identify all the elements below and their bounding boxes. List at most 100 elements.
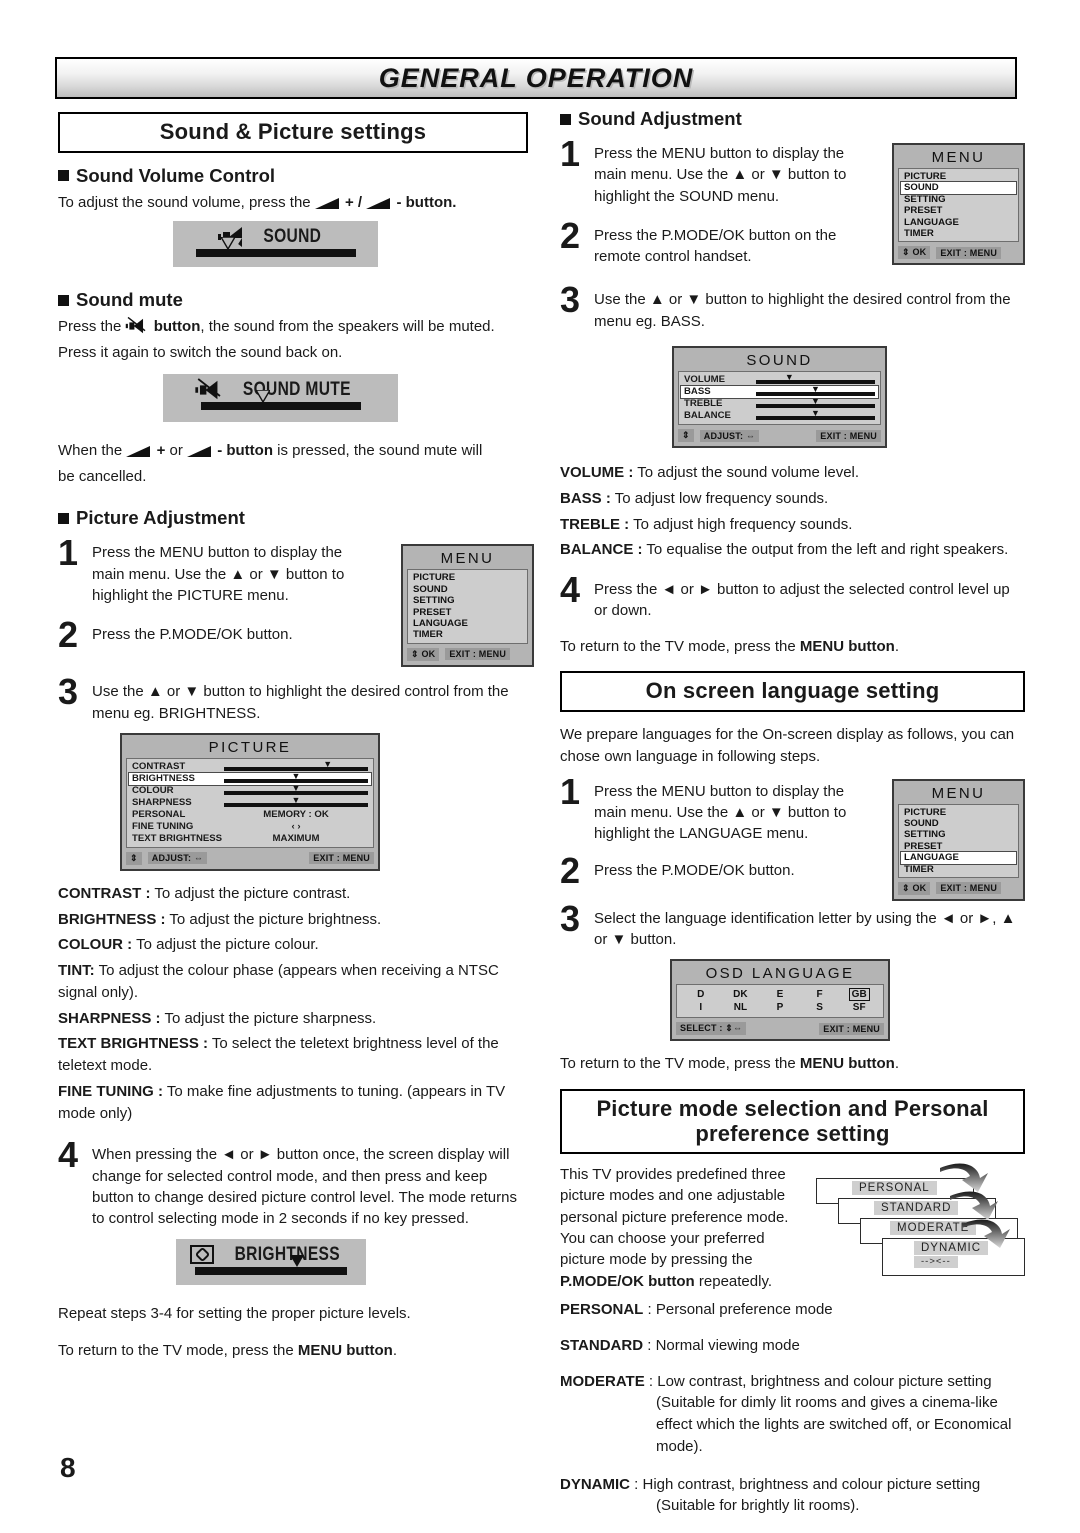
osd-row-label: FINE TUNING	[132, 820, 194, 832]
volume-down-icon	[187, 445, 213, 457]
osd-row-sharpness[interactable]: SHARPNESS ▼	[129, 795, 371, 809]
language-cell-f[interactable]: F	[800, 988, 840, 1001]
page-header: GENERAL OPERATION	[55, 57, 1017, 99]
osd-menu-item[interactable]: PRESET	[901, 205, 1016, 216]
picture-mode-descriptions: PERSONAL : Personal preference mode STAN…	[560, 1299, 1025, 1517]
osd-key-select: SELECT : ⇕⇔	[676, 1022, 747, 1036]
osd-menu-item[interactable]: LANGUAGE	[410, 618, 525, 629]
osd-menu-list: PICTURE SOUND SETTING PRESET LANGUAGE TI…	[898, 803, 1019, 878]
osd-menu-item[interactable]: SOUND	[410, 584, 525, 595]
subheading-label: Sound Adjustment	[578, 108, 742, 129]
language-cell-e[interactable]: E	[760, 988, 800, 1001]
section-banner-picture-mode: Picture mode selection and Personal pref…	[560, 1088, 1025, 1155]
osd-row-fine-tuning[interactable]: FINE TUNING ‹ ›	[129, 821, 371, 833]
description-term: TEXT BRIGHTNESS :	[58, 1035, 209, 1053]
osd-row-slider[interactable]: ▼	[224, 795, 368, 809]
osd-menu-item[interactable]: SETTING	[901, 194, 1016, 205]
step-number: 1	[560, 770, 581, 812]
osd-row-label: COLOUR	[132, 784, 174, 796]
osd-menu-item[interactable]: PICTURE	[410, 572, 525, 583]
step-number: 2	[560, 850, 581, 892]
language-cell-s[interactable]: S	[800, 1001, 840, 1014]
language-intro: We prepare languages for the On-screen d…	[560, 726, 1015, 765]
description-volume: VOLUME : To adjust the sound volume leve…	[560, 462, 1025, 484]
osd-menu-item[interactable]: SETTING	[901, 829, 1016, 840]
picture-mode-intro: This TV provides predefined three pictur…	[560, 1164, 805, 1292]
language-cell-d[interactable]: D	[681, 988, 721, 1001]
cascade-label-personal[interactable]: PERSONAL	[852, 1181, 937, 1196]
description-text: To adjust high frequency sounds.	[633, 515, 853, 533]
description-balance: BALANCE : To equalise the output from th…	[560, 539, 1025, 561]
osd-menu-item[interactable]: PRESET	[901, 841, 1016, 852]
description-term: TREBLE :	[560, 515, 630, 533]
osd-row-volume[interactable]: VOLUME ▼	[681, 373, 878, 386]
description-term: BASS :	[560, 489, 611, 507]
step-number: 3	[560, 279, 581, 321]
osd-row-contrast[interactable]: CONTRAST ▼	[129, 759, 371, 773]
bullet-square-icon	[58, 170, 69, 182]
mute-cancel-line2: be cancelled.	[58, 467, 147, 485]
osd-row-label: BALANCE	[684, 410, 731, 422]
language-cell-p[interactable]: P	[760, 1001, 800, 1014]
subheading-label: Picture Adjustment	[76, 507, 245, 529]
mute-speaker-icon	[194, 378, 222, 400]
step-text: Press the P.MODE/OK button.	[92, 626, 293, 644]
language-cell-nl[interactable]: NL	[721, 1001, 761, 1014]
slider-marker-icon	[255, 389, 270, 402]
description-text: To adjust the picture brightness.	[169, 910, 382, 928]
language-cell-i[interactable]: I	[681, 1001, 721, 1014]
osd-menu-item[interactable]: LANGUAGE	[900, 851, 1017, 865]
osd-menu-item[interactable]: SETTING	[410, 595, 525, 606]
osd-row-label: BASS	[684, 386, 711, 398]
sound-control-descriptions: VOLUME : To adjust the sound volume leve…	[560, 462, 1025, 561]
osd-menu-item[interactable]: PICTURE	[901, 807, 1016, 818]
volume-up-icon	[126, 445, 152, 457]
osd-row-treble[interactable]: TREBLE ▼	[681, 397, 878, 410]
osd-row-brightness[interactable]: BRIGHTNESS ▼	[128, 771, 372, 786]
osd-banner-label: SOUND	[263, 226, 322, 248]
osd-row-bass[interactable]: BASS ▼	[680, 385, 879, 400]
osd-menu-item[interactable]: PICTURE	[901, 171, 1016, 182]
osd-menu-item[interactable]: PRESET	[410, 607, 525, 618]
cancel-plus: +	[156, 441, 166, 459]
osd-menu-item[interactable]: TIMER	[410, 629, 525, 640]
step-text: Press the MENU button to display the mai…	[594, 145, 847, 205]
description-bass: BASS : To adjust low frequency sounds.	[560, 488, 1025, 510]
osd-row-colour[interactable]: COLOUR ▼	[129, 783, 371, 797]
osd-row-text-brightness[interactable]: TEXT BRIGHTNESS MAXIMUM	[129, 833, 371, 845]
section-banner-sound-picture: Sound & Picture settings	[58, 112, 528, 153]
step-number: 1	[58, 532, 79, 574]
osd-menu-item[interactable]: SOUND	[900, 181, 1017, 195]
description-sep: :	[647, 1301, 652, 1319]
osd-menu-item[interactable]: LANGUAGE	[901, 217, 1016, 228]
osd-key-exit: EXIT : MENU	[936, 246, 1002, 259]
page-header-title: GENERAL OPERATION	[378, 62, 694, 93]
step-number: 3	[58, 671, 79, 713]
step-text: Use the ▲ or ▼ button to highlight the d…	[92, 683, 509, 722]
closing-text-a: To return to the TV mode, press the	[560, 1055, 796, 1073]
osd-row-personal[interactable]: PERSONAL MEMORY : OK	[129, 809, 371, 821]
sound-closing-return-tv: To return to the TV mode, press the MENU…	[560, 636, 1025, 658]
language-cell-gb[interactable]: GB	[839, 988, 879, 1002]
description-term: MODERATE	[560, 1372, 645, 1390]
language-cell-dk[interactable]: DK	[721, 988, 761, 1001]
osd-key-adjust: ADJUST: ⇔	[699, 429, 760, 442]
osd-menu-item[interactable]: TIMER	[901, 228, 1016, 239]
osd-menu-item[interactable]: TIMER	[901, 864, 1016, 875]
step-item: 2 Press the P.MODE/OK button.	[560, 850, 870, 892]
osd-menu-sound: MENU PICTURE SOUND SETTING PRESET LANGUA…	[892, 143, 1025, 266]
description-text: To adjust the picture colour.	[136, 936, 319, 954]
step-item: 3 Select the language identification let…	[560, 900, 1025, 951]
subheading-label: Sound mute	[76, 289, 183, 311]
osd-menu-language: MENU PICTURE SOUND SETTING PRESET LANGUA…	[892, 778, 1025, 901]
osd-menu-item[interactable]: SOUND	[901, 818, 1016, 829]
description-term: COLOUR :	[58, 936, 133, 954]
osd-row-slider[interactable]: ▼	[756, 409, 875, 422]
description-text: To adjust the picture sharpness.	[164, 1009, 377, 1027]
step-item: 2 Press the P.MODE/OK button on the remo…	[560, 217, 870, 268]
intro-text-a: This TV provides predefined three pictur…	[560, 1166, 789, 1269]
language-cell-sf[interactable]: SF	[839, 1001, 879, 1014]
description-text: To adjust low frequency sounds.	[614, 489, 829, 507]
osd-row-balance[interactable]: BALANCE ▼	[681, 409, 878, 422]
osd-row-value: ‹ ›	[291, 820, 301, 832]
